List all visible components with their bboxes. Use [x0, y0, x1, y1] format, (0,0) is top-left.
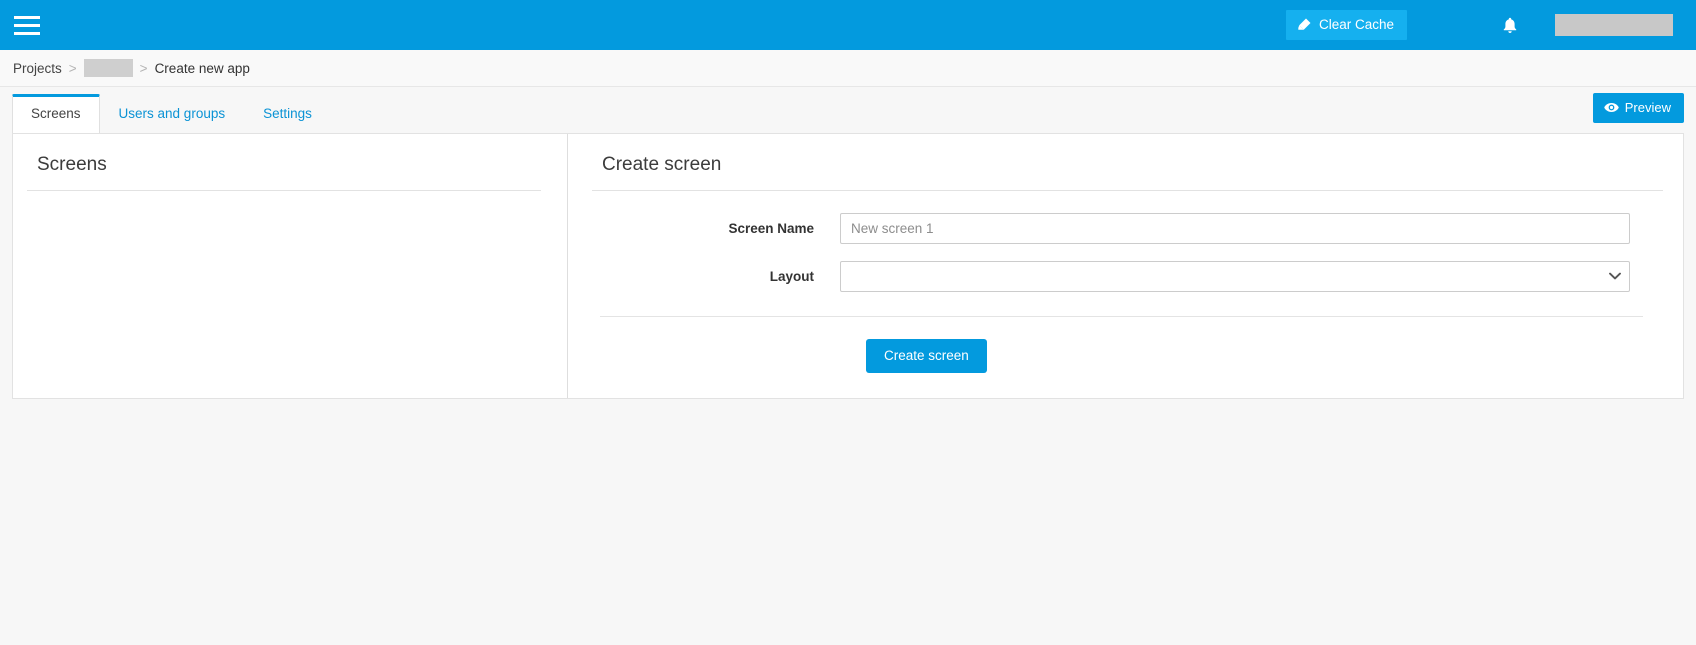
breadcrumb: Projects > > Create new app	[0, 50, 1696, 87]
screen-name-input[interactable]	[840, 212, 1630, 244]
notifications-bell-button[interactable]	[1493, 17, 1527, 34]
layout-select[interactable]	[840, 260, 1630, 292]
screen-name-label: Screen Name	[728, 220, 814, 236]
hamburger-bar	[14, 31, 40, 35]
screens-panel-title: Screens	[37, 154, 107, 175]
bell-icon	[1503, 17, 1517, 33]
create-screen-form: Screen Name Layout	[592, 191, 1663, 374]
breadcrumb-item-project-redacted[interactable]	[83, 59, 133, 77]
main-content-card: Screens Create screen Screen Name Layout	[12, 133, 1684, 399]
form-row-screen-name: Screen Name	[592, 212, 1663, 244]
user-account-redacted[interactable]	[1555, 14, 1673, 36]
preview-label: Preview	[1624, 100, 1671, 115]
screens-panel: Screens	[13, 134, 568, 398]
breadcrumb-separator: >	[139, 60, 148, 76]
breadcrumb-current-page: Create new app	[154, 60, 250, 76]
hamburger-menu-icon[interactable]	[10, 10, 44, 40]
screens-panel-divider	[27, 189, 541, 191]
clear-cache-label: Clear Cache	[1318, 16, 1394, 32]
tab-bar: Screens Users and groups Settings Previe…	[0, 87, 1696, 133]
form-row-layout: Layout	[592, 260, 1663, 292]
create-screen-panel-title: Create screen	[602, 154, 722, 175]
form-actions: Create screen	[592, 317, 1663, 374]
tab-settings[interactable]: Settings	[244, 94, 331, 134]
create-screen-panel: Create screen Screen Name Layout	[568, 134, 1683, 398]
tab-screens[interactable]: Screens	[12, 93, 100, 133]
hamburger-bar	[14, 23, 40, 27]
clear-cache-button[interactable]: Clear Cache	[1285, 10, 1407, 40]
hamburger-bar	[14, 15, 40, 19]
screen-name-control	[840, 212, 1630, 244]
topbar-right-group: Clear Cache	[1285, 10, 1696, 40]
tab-users-and-groups[interactable]: Users and groups	[100, 94, 245, 134]
preview-button[interactable]: Preview	[1592, 93, 1684, 123]
layout-select-wrapper	[840, 260, 1630, 292]
create-screen-submit-button[interactable]: Create screen	[866, 338, 987, 374]
breadcrumb-separator: >	[68, 60, 77, 76]
top-navigation-bar: Clear Cache	[0, 0, 1696, 50]
eye-icon	[1604, 103, 1619, 112]
eraser-icon	[1298, 18, 1311, 30]
breadcrumb-item-projects[interactable]: Projects	[13, 61, 62, 76]
layout-label: Layout	[769, 268, 814, 284]
layout-control	[840, 260, 1630, 292]
